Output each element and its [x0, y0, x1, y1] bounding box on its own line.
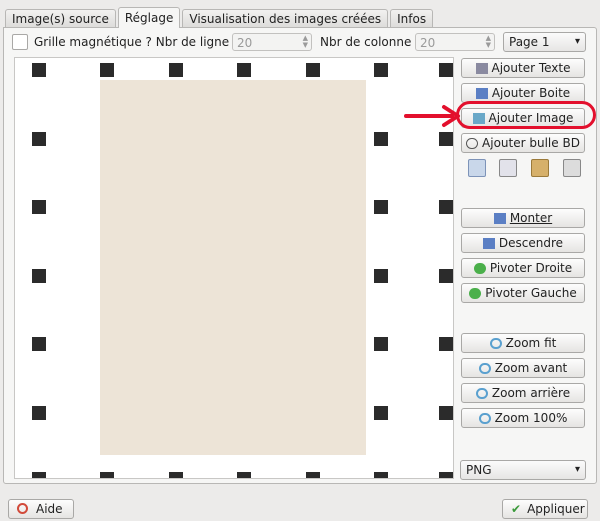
tab-reglage[interactable]: Réglage: [117, 7, 181, 28]
annotation-highlight-ring: [456, 101, 596, 129]
zoom-out-button[interactable]: Zoom arrière: [461, 383, 585, 403]
help-button[interactable]: Aide: [8, 499, 74, 519]
add-box-label: Ajouter Boite: [491, 86, 571, 100]
grid-marker: [169, 63, 183, 77]
grid-marker: [32, 200, 46, 214]
zoom-in-label: Zoom avant: [494, 361, 568, 375]
apply-button[interactable]: ✔ Appliquer: [502, 499, 588, 519]
paste-icon[interactable]: [531, 159, 549, 177]
page-sheet: [100, 80, 366, 455]
grid-marker: [374, 406, 388, 420]
rotate-left-icon: [469, 288, 482, 299]
apply-label: Appliquer: [527, 502, 585, 516]
grid-marker: [374, 337, 388, 351]
grid-marker: [237, 472, 251, 478]
raise-icon: [493, 213, 506, 224]
magnifier-icon: [489, 338, 502, 349]
rows-value: 20: [237, 36, 253, 50]
cols-label: Nbr de colonne :: [320, 35, 420, 49]
chevron-down-icon: ▾: [574, 36, 580, 47]
grid-marker: [32, 63, 46, 77]
magnetic-grid-label: Grille magnétique ? Nbr de ligne :: [34, 35, 238, 49]
format-select[interactable]: PNG ▾: [460, 460, 586, 480]
grid-marker: [169, 472, 183, 478]
delete-icon[interactable]: [563, 159, 581, 177]
move-down-label: Descendre: [498, 236, 564, 250]
grid-marker: [374, 200, 388, 214]
grid-marker: [306, 472, 320, 478]
grid-marker: [439, 269, 453, 283]
rotate-left-button[interactable]: Pivoter Gauche: [461, 283, 585, 303]
text-icon: [475, 63, 488, 74]
grid-marker: [439, 406, 453, 420]
add-bubble-label: Ajouter bulle BD: [482, 136, 580, 150]
cols-spinbox[interactable]: 20 ▲ ▼: [415, 33, 495, 51]
lower-icon: [482, 238, 495, 249]
grid-marker: [439, 132, 453, 146]
lifebuoy-icon: [17, 503, 28, 514]
add-box-button[interactable]: Ajouter Boite: [461, 83, 585, 103]
grid-marker: [374, 132, 388, 146]
spin-arrows-icon[interactable]: ▲ ▼: [303, 35, 308, 49]
grid-marker: [32, 472, 46, 478]
help-label: Aide: [36, 502, 63, 516]
grid-marker: [32, 406, 46, 420]
add-text-label: Ajouter Texte: [491, 61, 571, 75]
page-canvas[interactable]: [14, 57, 454, 479]
zoom-out-icon: [475, 388, 488, 399]
zoom-in-icon: [478, 363, 491, 374]
grid-marker: [374, 63, 388, 77]
spin-arrows-icon[interactable]: ▲ ▼: [486, 35, 491, 49]
rotate-right-icon: [473, 263, 486, 274]
grid-marker: [32, 132, 46, 146]
box-icon: [475, 88, 488, 99]
chevron-down-icon: ▾: [574, 464, 580, 475]
zoom-fit-button[interactable]: Zoom fit: [461, 333, 585, 353]
zoom-100-label: Zoom 100%: [494, 411, 568, 425]
rotate-right-label: Pivoter Droite: [489, 261, 573, 275]
page-select-value: Page 1: [509, 35, 550, 49]
magnetic-grid-checkbox[interactable]: [12, 34, 28, 50]
zoom-out-label: Zoom arrière: [491, 386, 571, 400]
zoom-100-button[interactable]: Zoom 100%: [461, 408, 585, 428]
move-down-button[interactable]: Descendre: [461, 233, 585, 253]
zoom-in-button[interactable]: Zoom avant: [461, 358, 585, 378]
copy-icon[interactable]: [468, 159, 486, 177]
grid-marker: [32, 337, 46, 351]
move-up-label: Monter: [509, 211, 553, 225]
grid-marker: [32, 269, 46, 283]
rotate-right-button[interactable]: Pivoter Droite: [461, 258, 585, 278]
tab-visualisation[interactable]: Visualisation des images créées: [182, 9, 389, 28]
grid-marker: [237, 63, 251, 77]
format-select-value: PNG: [466, 463, 492, 477]
grid-marker: [439, 472, 453, 478]
zoom-100-icon: [478, 413, 491, 424]
checkmark-icon: ✔: [511, 502, 522, 516]
tab-infos[interactable]: Infos: [390, 9, 434, 28]
rows-spinbox[interactable]: 20 ▲ ▼: [232, 33, 312, 51]
annotation-arrow-icon: [404, 105, 460, 127]
cut-icon[interactable]: [499, 159, 517, 177]
rotate-left-label: Pivoter Gauche: [485, 286, 577, 300]
page-select[interactable]: Page 1 ▾: [503, 32, 586, 52]
move-up-button[interactable]: Monter: [461, 208, 585, 228]
grid-marker: [306, 63, 320, 77]
tab-image-source[interactable]: Image(s) source: [5, 9, 116, 28]
grid-marker: [100, 472, 114, 478]
cols-value: 20: [420, 36, 436, 50]
add-text-button[interactable]: Ajouter Texte: [461, 58, 585, 78]
grid-marker: [100, 63, 114, 77]
grid-marker: [374, 472, 388, 478]
grid-marker: [439, 200, 453, 214]
grid-marker: [374, 269, 388, 283]
grid-marker: [439, 337, 453, 351]
speech-bubble-icon: [466, 138, 479, 149]
tab-bar: Image(s) source Réglage Visualisation de…: [5, 7, 435, 28]
add-bubble-button[interactable]: Ajouter bulle BD: [461, 133, 585, 153]
zoom-fit-label: Zoom fit: [505, 336, 557, 350]
grid-marker: [439, 63, 453, 77]
